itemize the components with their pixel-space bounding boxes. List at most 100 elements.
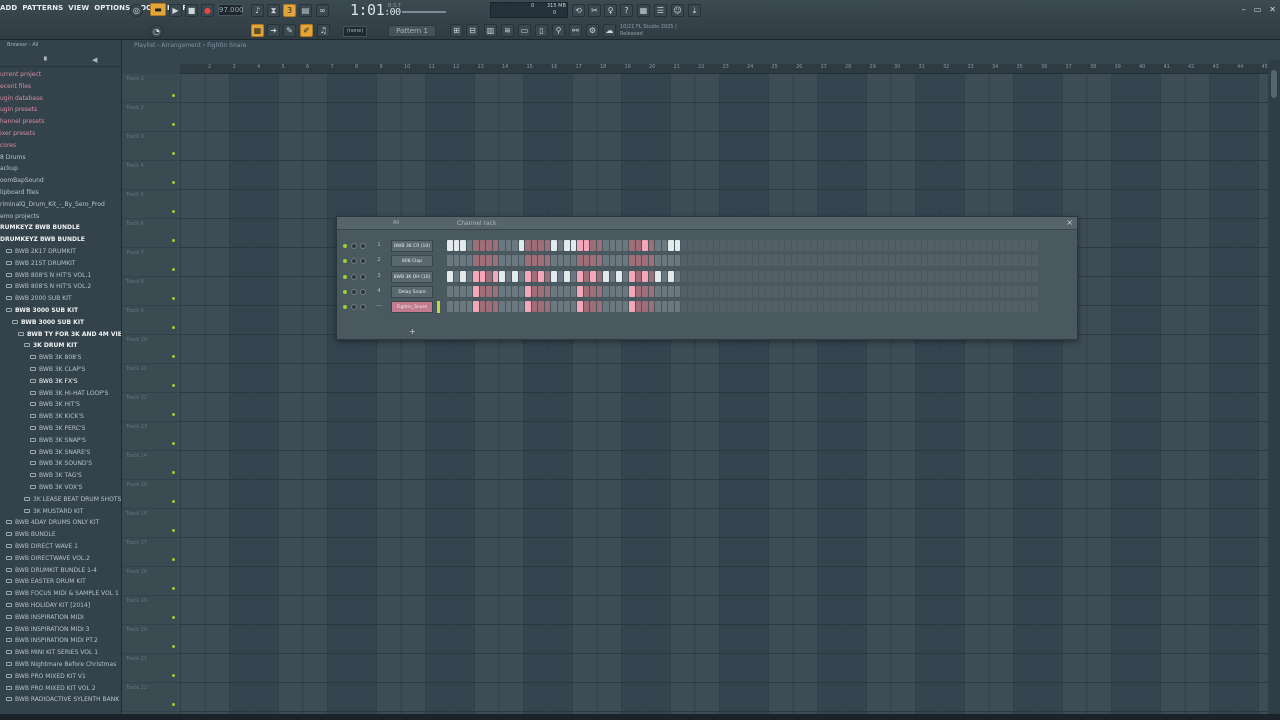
step-button[interactable] bbox=[609, 240, 615, 251]
step-button[interactable] bbox=[577, 270, 583, 282]
step-button[interactable] bbox=[538, 270, 544, 282]
step-button[interactable] bbox=[479, 270, 485, 282]
step-button[interactable] bbox=[668, 270, 674, 282]
step-button[interactable] bbox=[674, 255, 680, 267]
step-button[interactable] bbox=[1012, 285, 1018, 297]
step-button[interactable] bbox=[765, 270, 771, 282]
browser-item[interactable]: BWB 808'S N HIT'S VOL.1 bbox=[6, 270, 91, 281]
track-header[interactable]: Track 6 bbox=[122, 219, 180, 248]
step-button[interactable] bbox=[876, 285, 882, 297]
step-button[interactable] bbox=[551, 270, 557, 282]
volume-knob[interactable] bbox=[360, 304, 366, 311]
step-button[interactable] bbox=[674, 270, 680, 282]
browser-item[interactable]: BWB EASTER DRUM KIT bbox=[6, 576, 86, 587]
browser-item[interactable]: BWB INSPIRATION MIDI 3 bbox=[6, 624, 90, 635]
step-button[interactable] bbox=[577, 301, 583, 313]
step-button[interactable] bbox=[889, 301, 895, 313]
step-button[interactable] bbox=[505, 301, 511, 313]
step-button[interactable] bbox=[531, 255, 537, 267]
step-button[interactable] bbox=[590, 240, 596, 251]
step-button[interactable] bbox=[583, 301, 589, 313]
track-mute-led[interactable] bbox=[172, 239, 175, 242]
step-button[interactable] bbox=[518, 301, 524, 313]
step-button[interactable] bbox=[908, 270, 914, 282]
step-button[interactable] bbox=[960, 301, 966, 313]
step-button[interactable] bbox=[772, 301, 778, 313]
step-button[interactable] bbox=[460, 301, 466, 313]
step-button[interactable] bbox=[993, 270, 999, 282]
step-button[interactable] bbox=[752, 255, 758, 267]
step-button[interactable] bbox=[486, 301, 492, 313]
step-button[interactable] bbox=[895, 270, 901, 282]
step-button[interactable] bbox=[759, 270, 765, 282]
step-button[interactable] bbox=[499, 285, 505, 297]
step-button[interactable] bbox=[928, 270, 934, 282]
step-button[interactable] bbox=[882, 255, 888, 267]
step-button[interactable] bbox=[999, 240, 1005, 251]
volume-knob[interactable] bbox=[360, 258, 366, 265]
step-button[interactable] bbox=[824, 301, 830, 313]
step-button[interactable] bbox=[746, 270, 752, 282]
step-button[interactable] bbox=[804, 301, 810, 313]
step-button[interactable] bbox=[785, 240, 791, 251]
step-button[interactable] bbox=[726, 301, 732, 313]
arrow-icon[interactable]: ➜ bbox=[267, 24, 280, 37]
step-button[interactable] bbox=[1012, 301, 1018, 313]
step-button[interactable] bbox=[518, 255, 524, 267]
pan-knob[interactable] bbox=[351, 288, 357, 295]
step-button[interactable] bbox=[856, 240, 862, 251]
step-button[interactable] bbox=[895, 285, 901, 297]
step-button[interactable] bbox=[1032, 240, 1038, 251]
mic-icon[interactable]: ♀ bbox=[604, 4, 617, 17]
browser-item[interactable]: BWB 3K FX'S bbox=[30, 376, 78, 387]
step-button[interactable] bbox=[473, 270, 479, 282]
step-button[interactable] bbox=[993, 255, 999, 267]
browser-item[interactable]: 3K MUSTARD KIT bbox=[24, 506, 83, 517]
step-button[interactable] bbox=[635, 255, 641, 267]
step-button[interactable] bbox=[739, 301, 745, 313]
step-button[interactable] bbox=[876, 301, 882, 313]
step-button[interactable] bbox=[759, 240, 765, 251]
browser-item[interactable]: hannel presets bbox=[0, 116, 44, 127]
step-button[interactable] bbox=[863, 255, 869, 267]
step-button[interactable] bbox=[765, 240, 771, 251]
step-button[interactable] bbox=[707, 255, 713, 267]
step-button[interactable] bbox=[973, 301, 979, 313]
step-button[interactable] bbox=[1019, 255, 1025, 267]
step-button[interactable] bbox=[492, 255, 498, 267]
step-button[interactable] bbox=[999, 255, 1005, 267]
step-button[interactable] bbox=[635, 240, 641, 251]
step-button[interactable] bbox=[538, 301, 544, 313]
cut-icon[interactable]: ✂ bbox=[588, 4, 601, 17]
step-button[interactable] bbox=[694, 301, 700, 313]
step-button[interactable] bbox=[447, 301, 453, 313]
track-mute-led[interactable] bbox=[172, 703, 175, 706]
step-button[interactable] bbox=[811, 301, 817, 313]
step-button[interactable] bbox=[752, 270, 758, 282]
step-button[interactable] bbox=[733, 240, 739, 251]
step-button[interactable] bbox=[473, 301, 479, 313]
step-button[interactable] bbox=[876, 270, 882, 282]
step-button[interactable] bbox=[941, 255, 947, 267]
step-button[interactable] bbox=[518, 240, 524, 251]
menu-item[interactable]: OPTIONS bbox=[94, 4, 130, 12]
step-button[interactable] bbox=[843, 270, 849, 282]
step-button[interactable] bbox=[583, 240, 589, 251]
step-button[interactable] bbox=[967, 255, 973, 267]
step-button[interactable] bbox=[518, 270, 524, 282]
undo-icon[interactable]: ⟲ bbox=[572, 4, 585, 17]
step-button[interactable] bbox=[655, 270, 661, 282]
plug-icon[interactable]: ⚲ bbox=[552, 24, 565, 37]
track-mute-led[interactable] bbox=[172, 268, 175, 271]
browser-item[interactable]: BWB 3K PERC'S bbox=[30, 423, 85, 434]
menu-item[interactable]: VIEW bbox=[68, 4, 89, 12]
step-button[interactable] bbox=[609, 285, 615, 297]
step-button[interactable] bbox=[850, 255, 856, 267]
step-button[interactable] bbox=[1032, 255, 1038, 267]
step-button[interactable] bbox=[973, 255, 979, 267]
browser-item[interactable]: BWB 21ST DRUMKIT bbox=[6, 258, 76, 269]
step-button[interactable] bbox=[915, 270, 921, 282]
countdown-icon[interactable]: 3 bbox=[283, 4, 296, 17]
step-button[interactable] bbox=[700, 240, 706, 251]
step-button[interactable] bbox=[687, 285, 693, 297]
